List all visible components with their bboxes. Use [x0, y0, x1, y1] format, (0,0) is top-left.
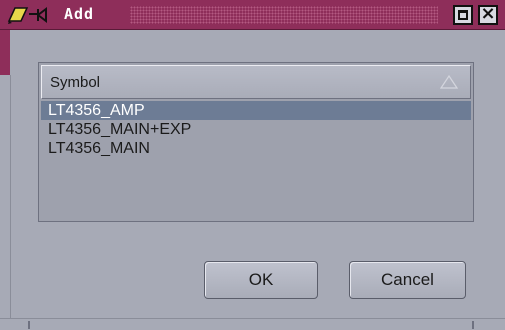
- window-frame-edge: [0, 75, 11, 329]
- list-item[interactable]: LT4356_MAIN+EXP: [41, 120, 471, 139]
- symbol-list[interactable]: Symbol LT4356_AMP LT4356_MAIN+EXP LT4356…: [38, 62, 474, 222]
- maximize-icon[interactable]: [453, 5, 473, 25]
- edit-pencil-icon[interactable]: [6, 5, 54, 25]
- window-title: Add: [64, 5, 95, 23]
- add-dialog: Add × Symbol LT4356_AMP LT4356_MAIN+EXP …: [0, 0, 505, 330]
- title-bar-pattern: [130, 6, 438, 24]
- window-frame-left: [0, 30, 10, 75]
- column-header-symbol[interactable]: Symbol: [41, 65, 471, 99]
- list-item[interactable]: LT4356_AMP: [41, 101, 471, 120]
- list-item[interactable]: LT4356_MAIN: [41, 139, 471, 158]
- cancel-button[interactable]: Cancel: [349, 261, 466, 299]
- title-bar[interactable]: Add ×: [0, 0, 505, 30]
- ok-button[interactable]: OK: [204, 261, 318, 299]
- list-rows: LT4356_AMP LT4356_MAIN+EXP LT4356_MAIN: [41, 101, 471, 158]
- column-header-label: Symbol: [50, 74, 101, 91]
- sort-ascending-icon: [440, 75, 458, 89]
- window-frame-bottom: [0, 318, 505, 330]
- frame-segment: [28, 321, 474, 329]
- close-icon[interactable]: ×: [478, 4, 498, 25]
